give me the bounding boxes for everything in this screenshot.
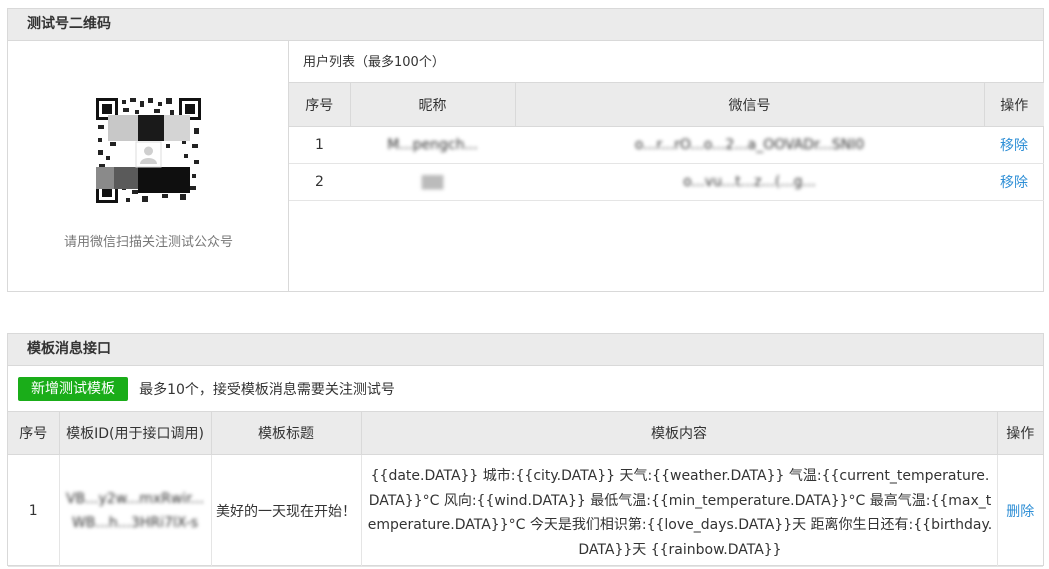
template-id: VB...y2w...mxRwir...WB...h...3HRi7lX-s (59, 454, 212, 567)
user-index: 1 (289, 126, 350, 164)
col-header-template-id: 模板ID(用于接口调用) (58, 411, 212, 455)
qr-panel-body: 请用微信扫描关注测试公众号 用户列表（最多100个） 序号 昵称 微信号 操作 … (8, 41, 1044, 291)
user-list-area: 用户列表（最多100个） 序号 昵称 微信号 操作 1 M...pengch..… (289, 41, 1044, 291)
qr-code-area: 请用微信扫描关注测试公众号 (8, 41, 289, 291)
qr-code-graphic (96, 98, 201, 203)
col-header-index: 序号 (289, 82, 351, 127)
template-index: 1 (8, 454, 60, 567)
template-table-header: 序号 模板ID(用于接口调用) 模板标题 模板内容 操作 (8, 411, 1043, 455)
table-row: 1 VB...y2w...mxRwir...WB...h...3HRi7lX-s… (8, 454, 1043, 567)
user-wechat-id: o...r...rO...o...2...a_OOVADr...SNI0 (515, 126, 984, 164)
qr-code-panel: 测试号二维码 请用微信扫描关注测试公众号 用户列表（最多100个） 序号 昵称 … (7, 8, 1044, 292)
user-table-header: 序号 昵称 微信号 操作 (289, 82, 1044, 127)
user-list-title: 用户列表（最多100个） (303, 55, 445, 70)
remove-user-link[interactable]: 移除 (1000, 138, 1028, 154)
qr-scan-instruction: 请用微信扫描关注测试公众号 (63, 235, 233, 250)
template-table: 序号 模板ID(用于接口调用) 模板标题 模板内容 操作 1 VB...y2w.… (8, 411, 1043, 567)
template-title: 美好的一天现在开始！ (211, 454, 362, 567)
template-message-panel: 模板消息接口 新增测试模板 最多10个，接受模板消息需要关注测试号 序号 模板I… (7, 333, 1044, 567)
col-header-index: 序号 (8, 411, 60, 455)
user-index: 2 (289, 163, 350, 201)
template-toolbar: 新增测试模板 最多10个，接受模板消息需要关注测试号 (18, 377, 395, 401)
add-test-template-button[interactable]: 新增测试模板 (18, 377, 128, 401)
col-header-wechat-id: 微信号 (514, 82, 985, 127)
delete-template-link[interactable]: 删除 (1006, 504, 1034, 520)
col-header-action: 操作 (983, 82, 1044, 127)
template-limit-hint: 最多10个，接受模板消息需要关注测试号 (139, 382, 395, 398)
template-content: {{date.DATA}} 城市:{{city.DATA}} 天气:{{weat… (361, 454, 998, 567)
col-header-nickname: 昵称 (349, 82, 516, 127)
col-header-template-content: 模板内容 (360, 411, 998, 455)
user-wechat-id: o...vu...t...z...(...g... (515, 163, 984, 201)
user-nickname: ▇▇ (350, 163, 515, 201)
qr-code-icon (96, 98, 201, 203)
template-panel-title: 模板消息接口 (8, 334, 1043, 366)
col-header-action: 操作 (996, 411, 1043, 455)
user-nickname: M...pengch... (350, 126, 515, 164)
remove-user-link[interactable]: 移除 (1000, 175, 1028, 191)
table-row: 1 M...pengch... o...r...rO...o...2...a_O… (289, 126, 1044, 164)
col-header-template-title: 模板标题 (210, 411, 362, 455)
qr-panel-title: 测试号二维码 (8, 9, 1043, 41)
user-table: 序号 昵称 微信号 操作 1 M...pengch... o...r...rO.… (289, 82, 1044, 201)
table-row: 2 ▇▇ o...vu...t...z...(...g... 移除 (289, 163, 1044, 201)
